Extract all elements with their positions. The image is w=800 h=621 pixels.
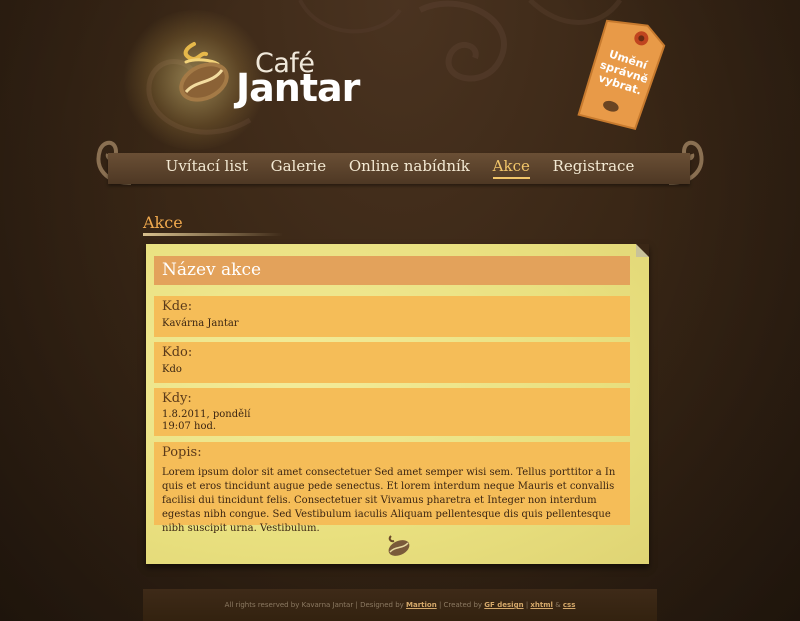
footer-sep: | [355, 601, 358, 609]
event-who-block: Kdo: Kdo [154, 342, 630, 383]
heading-underline [143, 233, 283, 236]
coffee-bean-icon [388, 535, 410, 556]
footer: All rights reserved by Kavarna Jantar | … [143, 589, 657, 621]
footer-text: All rights reserved by Kavarna Jantar | … [143, 601, 657, 609]
footer-sep: | [525, 601, 529, 609]
price-tag-icon: Umění správně vybrat. [577, 19, 666, 131]
nav-item-galerie[interactable]: Galerie [271, 157, 326, 177]
nav-item-akce[interactable]: Akce [492, 157, 530, 179]
event-who-label: Kdo: [162, 345, 193, 360]
footer-sep: | [438, 601, 442, 609]
event-when-label: Kdy: [162, 391, 192, 406]
event-when-time: 19:07 hod. [162, 421, 217, 432]
event-who-value: Kdo [162, 364, 182, 375]
event-when-date: 1.8.2011, pondělí [162, 409, 251, 420]
coffee-bean-logo-icon [179, 42, 229, 102]
event-where-label: Kde: [162, 299, 193, 314]
footer-designed-label: Designed by [360, 601, 404, 609]
nav-item-online-nabidnik[interactable]: Online nabídník [349, 157, 470, 177]
logo-jantar-text: Jantar [236, 66, 360, 110]
event-where-value: Kavárna Jantar [162, 318, 239, 329]
creator-link[interactable]: GF design [484, 601, 523, 609]
footer-created-label: Created by [443, 601, 483, 609]
xhtml-link[interactable]: xhtml [530, 601, 553, 609]
designer-link[interactable]: Martion [406, 601, 437, 609]
event-when-block: Kdy: 1.8.2011, pondělí 19:07 hod. [154, 388, 630, 436]
nav-item-uvitaci-list[interactable]: Uvítací list [166, 157, 248, 177]
page-fold [636, 244, 649, 257]
footer-amp: & [555, 601, 561, 609]
main-nav: Uvítací list Galerie Online nabídník Akc… [0, 157, 800, 179]
nav-item-registrace[interactable]: Registrace [553, 157, 635, 177]
event-title: Název akce [162, 260, 262, 280]
event-where-block: Kde: Kavárna Jantar [154, 296, 630, 337]
event-description-text: Lorem ipsum dolor sit amet consectetuer … [162, 467, 616, 534]
event-description-label: Popis: [162, 445, 202, 460]
footer-rights: All rights reserved by Kavarna Jantar [224, 601, 354, 609]
page-title: Akce [143, 213, 183, 232]
css-link[interactable]: css [563, 601, 575, 609]
event-description-block: Popis: Lorem ipsum dolor sit amet consec… [154, 442, 630, 534]
